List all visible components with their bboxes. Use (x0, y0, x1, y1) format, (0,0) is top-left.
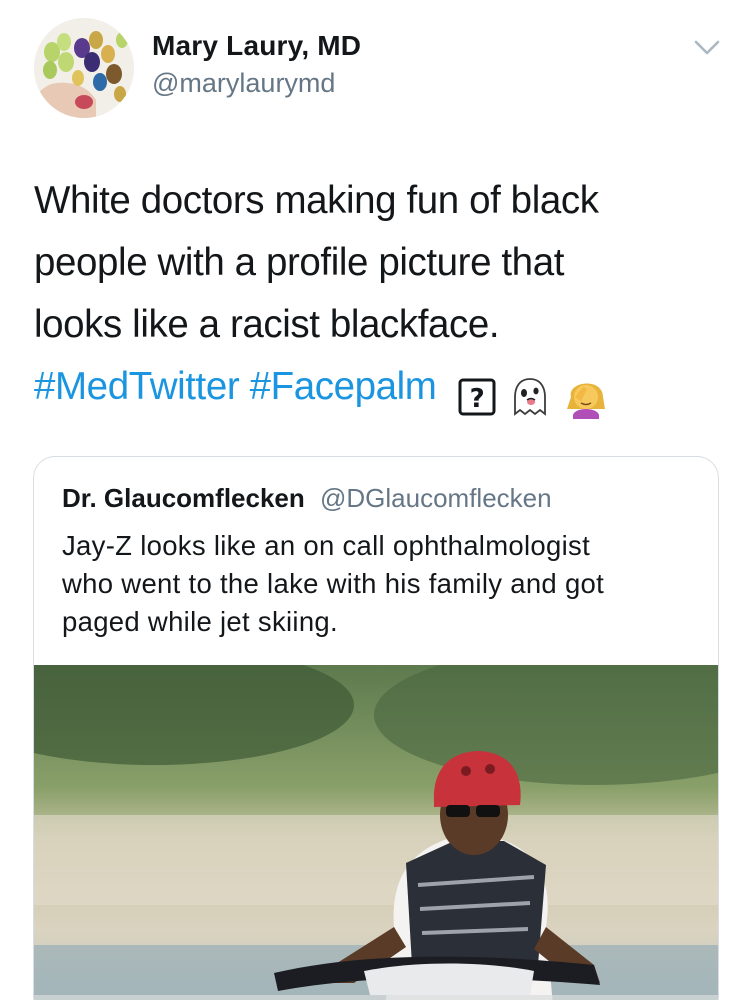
jet-ski-photo (34, 665, 718, 1000)
quoted-text-line: who went to the lake with his family and… (62, 568, 605, 599)
ghost-icon (514, 377, 546, 416)
quoted-author-handle: @DGlaucomflecken (320, 483, 552, 513)
chevron-down-icon[interactable] (692, 34, 722, 60)
author-name[interactable]: Mary Laury, MD (152, 30, 361, 62)
unknown-glyph-icon: ? (458, 378, 496, 416)
tweet[interactable]: Mary Laury, MD @marylaurymd White doctor… (0, 0, 749, 1000)
hashtag-medtwitter[interactable]: #MedTwitter (34, 365, 240, 408)
author-handle[interactable]: @marylaurymd (152, 68, 335, 99)
quoted-text-line: paged while jet skiing. (62, 606, 338, 637)
avatar[interactable] (34, 18, 134, 118)
quoted-text-line: Jay-Z looks like an on call ophthalmolog… (62, 530, 591, 561)
tweet-text-line: looks like a racist blackface. (34, 303, 500, 346)
unknown-glyph-text: ? (469, 384, 484, 414)
quoted-tweet-text: Jay-Z looks like an on call ophthalmolog… (62, 527, 702, 641)
woman-facepalming-icon (567, 383, 606, 419)
quoted-tweet[interactable]: Dr. Glaucomflecken @DGlaucomflecken Jay-… (33, 456, 719, 1000)
hashtag-facepalm[interactable]: #Facepalm (250, 365, 437, 408)
quoted-tweet-photo[interactable] (34, 665, 718, 1000)
quoted-tweet-header: Dr. Glaucomflecken @DGlaucomflecken (62, 483, 552, 514)
avatar-image (34, 18, 134, 118)
tweet-text-line: White doctors making fun of black (34, 179, 599, 222)
tweet-text-line: people with a profile picture that (34, 241, 565, 284)
quoted-author-name: Dr. Glaucomflecken (62, 483, 305, 513)
tweet-text: White doctors making fun of black people… (34, 170, 694, 426)
tweet-hashtag-line: #MedTwitter #Facepalm ? (34, 356, 694, 426)
emoji-row: ? (457, 364, 612, 426)
